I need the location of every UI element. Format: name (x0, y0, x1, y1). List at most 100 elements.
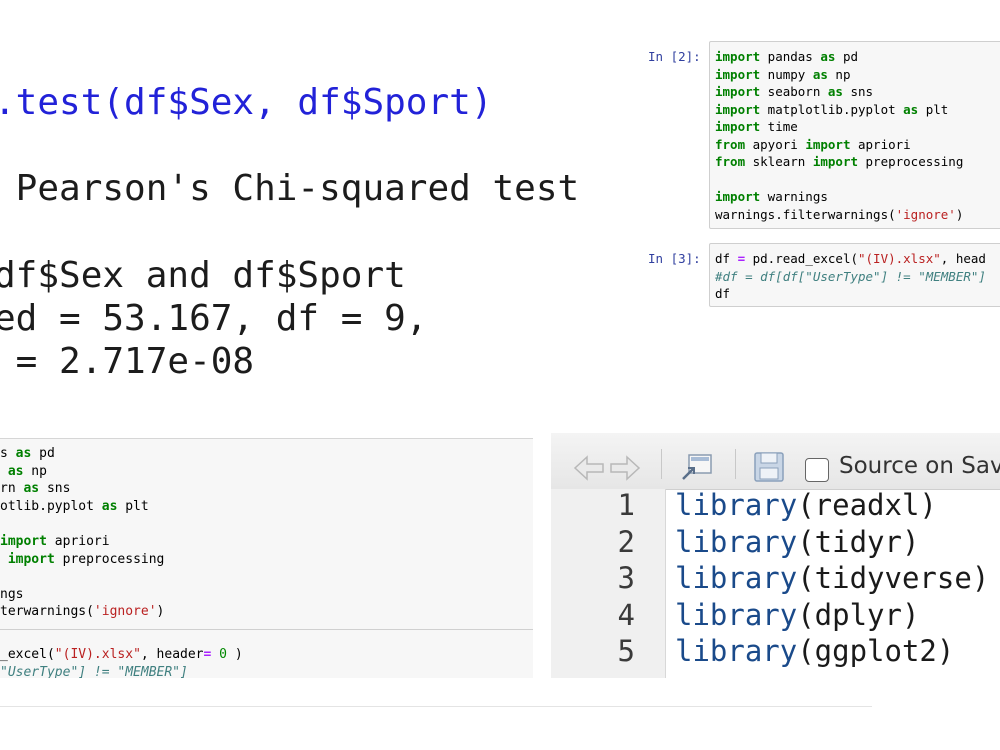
code-token: apyori (745, 136, 806, 152)
line-number: 3 (617, 561, 635, 595)
line-number: 5 (617, 634, 635, 668)
source-on-save-checkbox[interactable] (805, 458, 829, 482)
code-token: as (903, 101, 919, 117)
code-line: warnings.filterwarnings('ignore') (715, 206, 1000, 224)
code-line: import apriori (0, 533, 110, 551)
code-line: _excel("(IV).xlsx", header= 0 ) (0, 646, 243, 664)
save-icon[interactable] (753, 451, 785, 483)
cell-prompt: In [3]: (648, 251, 701, 266)
code-token: import (812, 154, 858, 169)
code-token: rn (0, 481, 24, 497)
code-token: apriori (850, 136, 911, 152)
code-token: _excel( (0, 647, 55, 662)
code-token: seaborn (760, 84, 828, 99)
cell-prompt: In [2]: (648, 49, 701, 64)
function-args: (ggplot2) (797, 634, 955, 668)
code-token: df (715, 251, 738, 266)
r-command-line: .test(df$Sex, df$Sport) (0, 82, 493, 123)
code-token: s (0, 446, 16, 461)
editor-toolbar: Source on Save (551, 433, 1000, 490)
code-line: ngs (0, 586, 23, 604)
editor-line[interactable]: 2 library(tidyr) (551, 524, 1000, 560)
notebook-bottom-panel[interactable]: s as pd as np rn as sns otlib.pyplot as pl… (0, 438, 533, 679)
code-token: np (827, 66, 851, 82)
code-token: terwarnings( (0, 604, 94, 620)
code-token: as (15, 446, 32, 461)
code-cell-read-excel[interactable]: df = pd.read_excel("(IV).xlsx", head #df … (709, 243, 1000, 307)
code-token: plt (918, 101, 949, 117)
code-token: #df = df[df["UserType"] != "MEMBER"] (715, 268, 986, 284)
source-on-save-label: Source on Save (839, 453, 1000, 479)
code-token: import (715, 49, 761, 64)
editor-line[interactable]: 5 library(ggplot2) (551, 633, 1000, 669)
code-line: otlib.pyplot as plt (0, 498, 149, 516)
code-line: rn as sns (0, 480, 70, 498)
code-token: , header (140, 647, 204, 662)
code-line: ​ (715, 171, 1000, 189)
forward-arrow-icon[interactable] (609, 455, 641, 481)
code-line: import seaborn as sns (715, 83, 1000, 101)
r-pvalue-line: = 2.717e-08 (0, 341, 255, 382)
editor-line[interactable]: 4 library(dplyr) (551, 597, 1000, 633)
function-name: library (675, 597, 798, 632)
back-arrow-icon[interactable] (573, 455, 605, 481)
line-number: 1 (617, 488, 635, 522)
code-line: from sklearn import preprocessing (715, 153, 1000, 171)
code-token: import (715, 189, 761, 204)
code-token: import (7, 551, 55, 567)
code-token: from (715, 154, 746, 169)
line-number: 2 (617, 524, 635, 559)
show-in-window-icon[interactable] (679, 451, 715, 483)
code-token: plt (117, 498, 149, 514)
code-text: library(tidyr) (675, 524, 919, 560)
code-token: sklearn (745, 154, 813, 169)
function-name: library (675, 488, 798, 522)
function-args: (readxl) (797, 488, 937, 522)
code-text: library(readxl) (675, 487, 937, 523)
code-token: import (715, 119, 761, 134)
code-token: preprocessing (54, 551, 165, 567)
code-text: library(dplyr) (675, 597, 919, 633)
code-token: otlib.pyplot (0, 498, 102, 514)
code-token: = (737, 251, 746, 266)
function-args: (tidyr) (797, 524, 920, 559)
bottom-strip (0, 678, 872, 707)
code-token: from (715, 136, 746, 152)
r-statistic-line: ed = 53.167, df = 9, (0, 298, 428, 339)
code-line: df = pd.read_excel("(IV).xlsx", head (715, 250, 1000, 268)
code-token: np (23, 463, 47, 479)
code-token: preprocessing (858, 154, 964, 169)
editor-line[interactable]: 3 library(tidyverse) (551, 560, 1000, 596)
code-token: sns (39, 481, 71, 497)
code-line: import numpy as np (715, 66, 1000, 84)
code-token: pandas (760, 49, 821, 64)
code-token: import (715, 66, 761, 82)
code-token: "(IV).xlsx" (858, 251, 941, 266)
r-test-title: Pearson's Chi-squared test (0, 168, 580, 209)
code-cell-imports[interactable]: import pandas as pd import numpy as np imp… (709, 41, 1000, 229)
function-args: (tidyverse) (797, 561, 990, 595)
code-token: 'ignore' (895, 206, 956, 222)
code-token: matplotlib.pyplot (760, 101, 904, 117)
function-name: library (675, 524, 798, 559)
code-text: library(ggplot2) (675, 633, 954, 669)
cell-separator (0, 629, 533, 630)
toolbar-divider (735, 449, 736, 479)
code-token: pd (835, 49, 859, 64)
editor-line[interactable]: 1 library(readxl) (551, 487, 1000, 523)
code-token: import (805, 136, 851, 152)
code-token: as (827, 84, 843, 99)
code-token: , head (940, 251, 986, 266)
code-line: import warnings (715, 188, 1000, 206)
line-number: 4 (617, 597, 635, 632)
toolbar-divider (661, 449, 662, 479)
code-token: df (715, 286, 731, 301)
notebook-top-panel: In [2]: import pandas as pd import numpy … (620, 0, 1000, 420)
code-token: 0 (219, 647, 227, 662)
code-token: warnings.filterwarnings( (715, 206, 896, 222)
code-token: as (812, 66, 828, 82)
code-line: "UserType"] != "MEMBER"] (0, 664, 188, 679)
